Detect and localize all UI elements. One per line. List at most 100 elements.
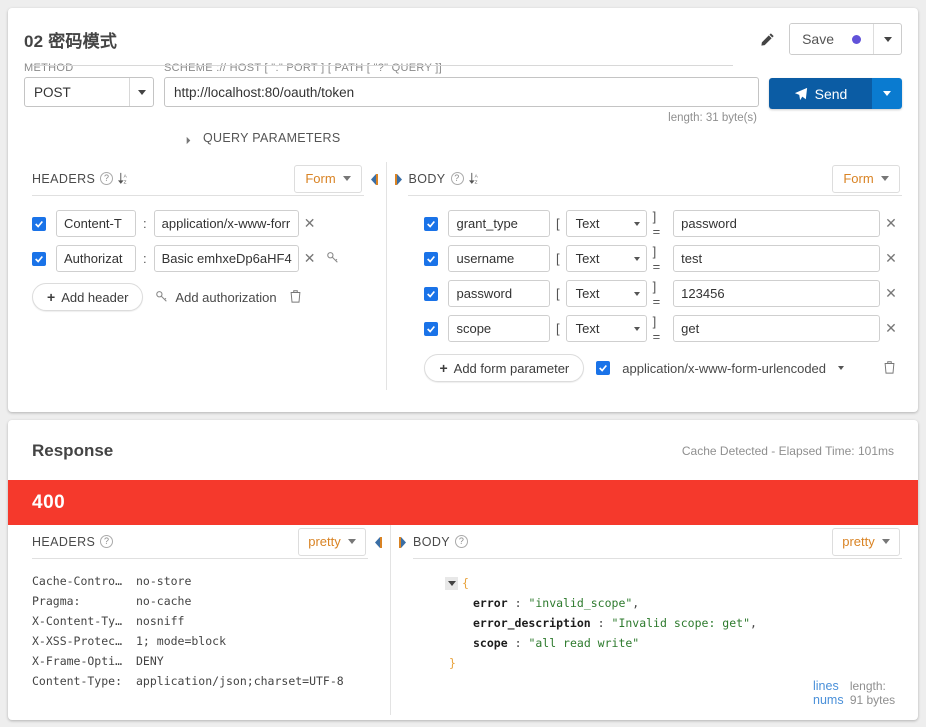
row-enabled-checkbox[interactable] xyxy=(32,251,46,266)
header-value-input[interactable]: Basic emhxeDp6aHF4 xyxy=(153,245,299,272)
row-enabled-checkbox[interactable] xyxy=(424,216,439,231)
lines-nums-link[interactable]: lines nums xyxy=(813,679,850,707)
form-param-type-select[interactable]: Text xyxy=(565,280,647,307)
remove-form-param-icon[interactable]: ✕ xyxy=(880,215,902,232)
json-key: error_description xyxy=(473,616,591,630)
row-enabled-checkbox[interactable] xyxy=(32,216,46,231)
header-name: Pragma: xyxy=(32,594,81,608)
status-code: 400 xyxy=(32,491,66,513)
remove-header-icon[interactable]: ✕ xyxy=(299,215,321,232)
send-button[interactable]: Send xyxy=(769,78,872,109)
response-meta: Cache Detected - Elapsed Time: 101ms xyxy=(681,444,894,458)
content-type-checkbox[interactable] xyxy=(596,361,611,375)
chevron-down-icon[interactable] xyxy=(838,366,845,370)
add-form-parameter-button[interactable]: + Add form parameter xyxy=(424,354,585,382)
header-value-input[interactable]: application/x-www-forr xyxy=(153,210,299,237)
form-param-key-input[interactable]: grant_type xyxy=(448,210,551,237)
json-entry: error : "invalid_scope", xyxy=(445,593,902,613)
chevron-down-icon xyxy=(633,256,640,261)
save-button[interactable]: Save xyxy=(790,24,873,54)
header-value: DENY xyxy=(136,654,164,668)
help-icon[interactable]: ? xyxy=(100,535,114,548)
bracket-open: [ xyxy=(556,321,560,336)
remove-header-icon[interactable]: ✕ xyxy=(299,250,321,267)
url-label: SCHEME :// HOST [ ":" PORT ] [ PATH [ "?… xyxy=(164,62,442,74)
bracket-close-equals: ] = xyxy=(652,278,661,309)
form-param-value-input[interactable]: password xyxy=(673,210,880,237)
response-headers-list: Cache-Contro… no-store Pragma: no-cache … xyxy=(32,559,368,691)
response-headers-title: HEADERS xyxy=(32,534,96,549)
save-button-label: Save xyxy=(802,31,834,47)
request-headers-actions: + Add header Add authorization xyxy=(32,276,364,311)
delete-all-form-params-icon[interactable] xyxy=(883,360,896,377)
sort-az-icon[interactable]: AZ xyxy=(468,172,482,185)
remove-form-param-icon[interactable]: ✕ xyxy=(880,320,902,337)
request-panel: 02 密码模式 Save METHOD POST SCHEME :// HOST… xyxy=(8,8,918,412)
help-icon[interactable]: ? xyxy=(455,535,469,548)
collapse-left-arrow[interactable] xyxy=(364,162,386,196)
url-input[interactable]: http://localhost:80/oauth/token xyxy=(164,77,759,107)
remove-form-param-icon[interactable]: ✕ xyxy=(880,285,902,302)
response-headers-mode-select[interactable]: pretty xyxy=(298,527,366,556)
save-dropdown-toggle[interactable] xyxy=(873,24,901,54)
list-item: X-Content-Ty… nosniff xyxy=(32,611,368,631)
help-icon[interactable]: ? xyxy=(100,172,114,185)
table-row: Authorizat : Basic emhxeDp6aHF4 ✕ xyxy=(32,241,364,276)
response-body-mode-select[interactable]: pretty xyxy=(832,527,900,556)
pencil-icon[interactable] xyxy=(753,25,781,53)
add-header-button[interactable]: + Add header xyxy=(32,283,144,311)
method-label: METHOD xyxy=(24,62,74,74)
response-body-title-group: BODY ? xyxy=(413,535,832,549)
form-param-type-select[interactable]: Text xyxy=(565,315,647,342)
json-root-line: { xyxy=(445,573,902,593)
header-name: X-XSS-Protec… xyxy=(32,634,123,648)
request-headers-rows: Content-T : application/x-www-forr ✕ Aut… xyxy=(32,196,364,311)
response-headers-mode-value: pretty xyxy=(308,534,341,549)
header-key-input[interactable]: Content-T xyxy=(56,210,136,237)
help-icon[interactable]: ? xyxy=(450,172,464,185)
bracket-close-equals: ] = xyxy=(652,243,661,274)
method-select[interactable]: POST xyxy=(24,77,154,107)
collapse-right-arrow[interactable] xyxy=(387,162,409,196)
svg-text:A: A xyxy=(474,174,478,179)
form-param-value-input[interactable]: get xyxy=(673,315,880,342)
form-param-type-select[interactable]: Text xyxy=(565,210,647,237)
send-dropdown-toggle[interactable] xyxy=(872,78,902,109)
header-value: application/json;charset=UTF-8 xyxy=(136,674,344,688)
content-type-label: application/x-www-form-urlencoded xyxy=(622,360,827,376)
colon-separator: : xyxy=(143,216,147,231)
form-param-key-input[interactable]: username xyxy=(448,245,551,272)
add-authorization-button[interactable]: Add authorization xyxy=(155,289,277,306)
response-body-length: length: 91 bytes xyxy=(849,679,896,707)
json-fold-toggle[interactable] xyxy=(445,577,458,590)
key-icon[interactable] xyxy=(321,250,345,267)
save-button-group: Save xyxy=(789,23,902,55)
header-key-input[interactable]: Authorizat xyxy=(56,245,136,272)
collapse-right-arrow[interactable] xyxy=(391,525,413,559)
chevron-down-icon xyxy=(129,78,153,106)
form-param-type-select[interactable]: Text xyxy=(565,245,647,272)
form-param-value-input[interactable]: test xyxy=(673,245,880,272)
url-column: SCHEME :// HOST [ ":" PORT ] [ PATH [ "?… xyxy=(164,62,759,124)
query-parameters-toggle[interactable]: QUERY PARAMETERS xyxy=(8,124,918,148)
request-headers-mode-select[interactable]: Form xyxy=(294,164,363,193)
form-param-key-input[interactable]: scope xyxy=(448,315,551,342)
row-enabled-checkbox[interactable] xyxy=(424,286,439,301)
remove-form-param-icon[interactable]: ✕ xyxy=(880,250,902,267)
form-param-value-input[interactable]: 123456 xyxy=(673,280,880,307)
request-headers-header: HEADERS ? AZ Form xyxy=(32,162,365,196)
bracket-close-equals: ] = xyxy=(652,208,661,239)
page-title: 02 密码模式 xyxy=(24,31,118,51)
row-enabled-checkbox[interactable] xyxy=(424,251,439,266)
collapse-left-arrow[interactable] xyxy=(368,525,390,559)
sort-az-icon[interactable]: AZ xyxy=(118,172,131,185)
request-body-mode-select[interactable]: Form xyxy=(831,164,900,193)
row-enabled-checkbox[interactable] xyxy=(424,321,439,336)
bracket-close-equals: ] = xyxy=(652,313,661,344)
response-panes: HEADERS ? pretty Cache-Contro… no-store … xyxy=(8,525,918,715)
json-colon: : xyxy=(514,596,522,610)
delete-all-headers-icon[interactable] xyxy=(289,289,302,306)
header-value: nosniff xyxy=(136,614,185,628)
json-open-brace: { xyxy=(462,576,469,590)
form-param-key-input[interactable]: password xyxy=(448,280,551,307)
